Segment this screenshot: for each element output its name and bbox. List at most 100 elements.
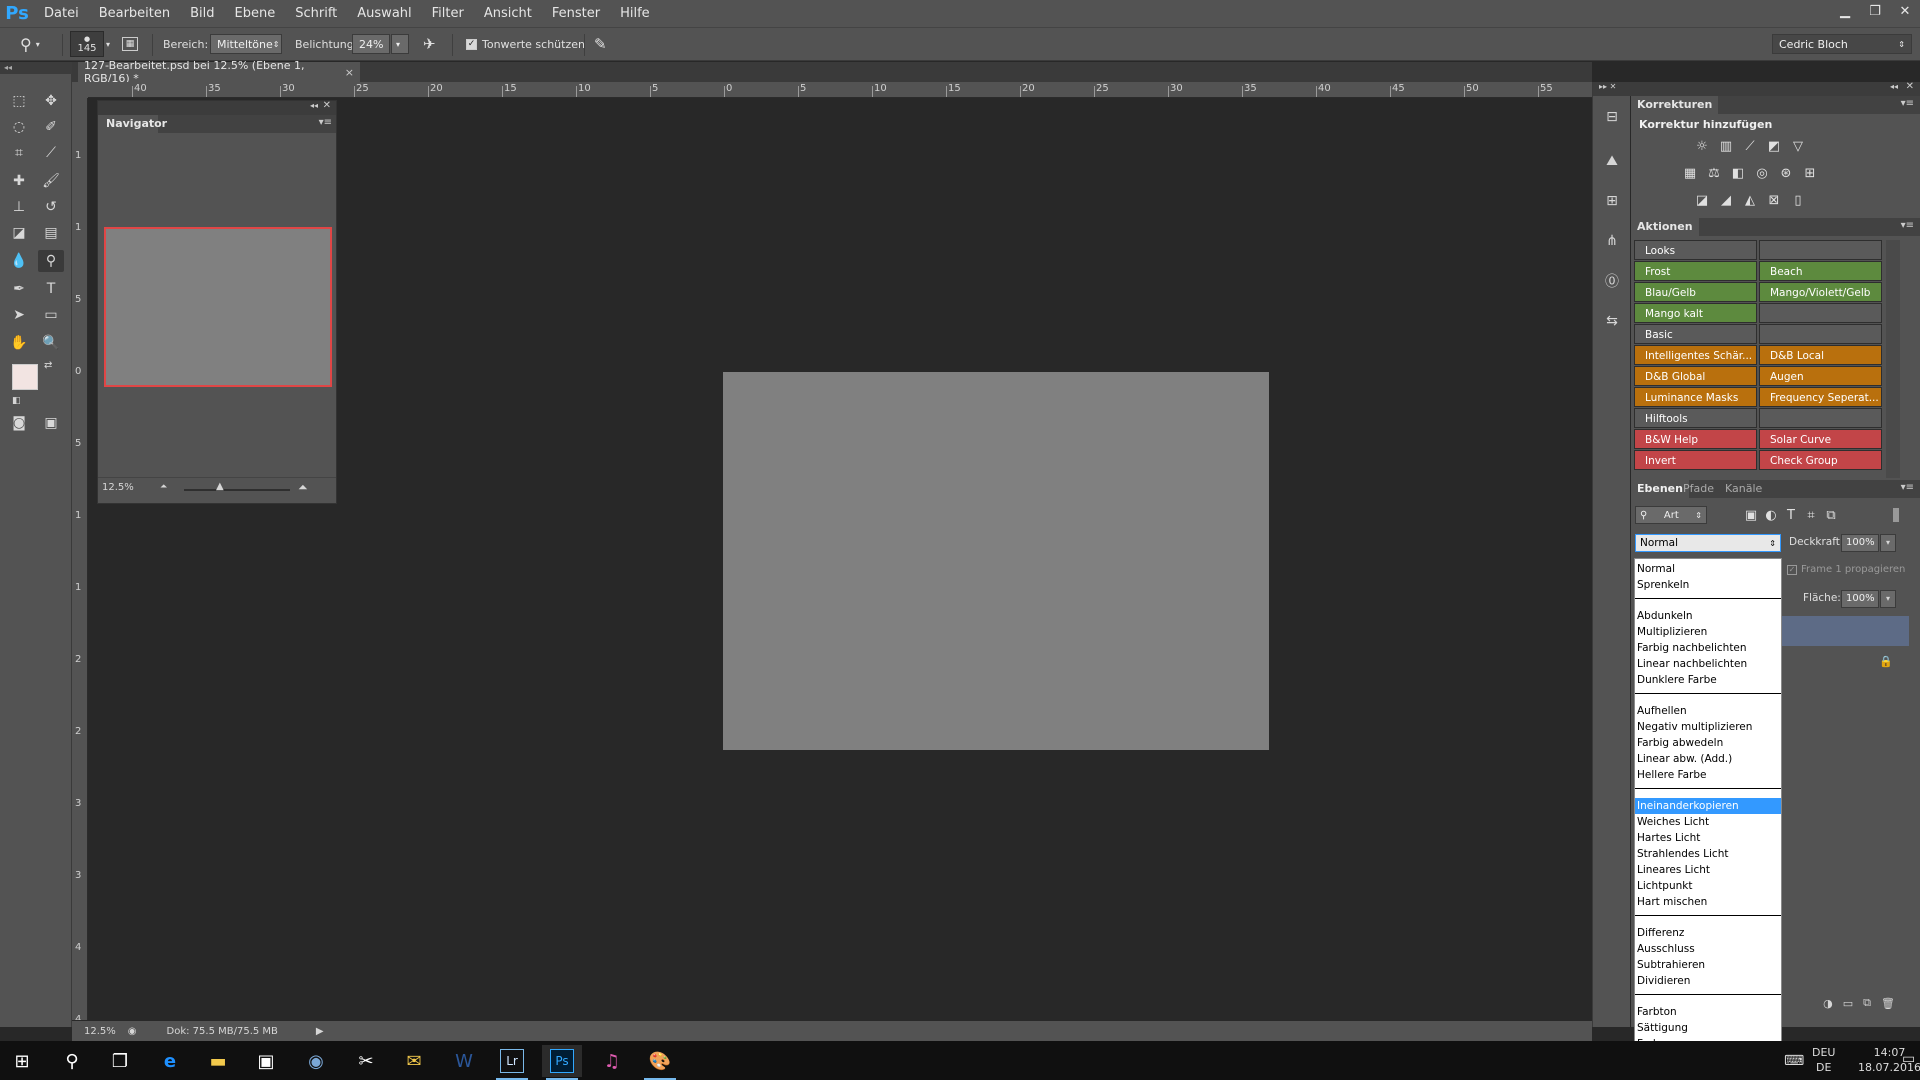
layer-filter-select[interactable]: ⚲ Art ⇕ [1635,506,1707,524]
blend-mode-option[interactable]: Lichtpunkt [1635,878,1781,894]
clone-source-panel-icon[interactable]: ⇆ [1599,308,1625,334]
blend-mode-option[interactable]: Ineinanderkopieren [1635,798,1781,814]
healing-brush-tool-icon[interactable]: ✚ [6,170,32,192]
itunes-icon[interactable]: ♫ [592,1045,632,1077]
blend-mode-option[interactable]: Lineares Licht [1635,862,1781,878]
action-button[interactable]: Hilftools [1634,408,1757,428]
blend-mode-select[interactable]: Normal ⇕ [1635,534,1781,552]
filter-type-icon[interactable]: T [1782,507,1800,523]
gradient-map-icon[interactable]: ▯ [1789,192,1807,208]
filter-toggle-switch[interactable] [1893,508,1899,522]
navigator-preview[interactable] [104,227,332,387]
user-account-select[interactable]: Cedric Bloch ⇕ [1772,34,1912,54]
new-group-icon[interactable]: ▭ [1843,997,1853,1010]
action-button[interactable]: D&B Local [1759,345,1882,365]
zoom-in-icon[interactable]: ⏶ [298,480,308,495]
filter-smart-object-icon[interactable]: ⧉ [1822,507,1840,523]
swap-colors-icon[interactable]: ⇄ [44,360,52,371]
action-button[interactable]: Augen [1759,366,1882,386]
panel-menu-icon[interactable]: ▾≡ [1901,482,1914,493]
brush-presets-panel-icon[interactable]: ⋔ [1599,228,1625,254]
photo-filter-icon[interactable]: ◎ [1753,165,1771,181]
blend-mode-option[interactable]: Hart mischen [1635,894,1781,910]
blend-mode-option[interactable]: Hartes Licht [1635,830,1781,846]
restore-button[interactable]: ❐ [1860,0,1890,22]
blend-mode-option[interactable]: Farbton [1635,1004,1781,1020]
ku-panel-icon[interactable]: ⓪ [1599,268,1625,294]
navigator-tab[interactable]: Navigator [98,115,167,133]
blend-mode-option[interactable]: Abdunkeln [1635,608,1781,624]
menu-ebene[interactable]: Ebene [225,0,286,27]
new-adjustment-icon[interactable]: ◑ [1823,997,1833,1010]
pressure-toggle[interactable]: ✎ [594,28,607,60]
channel-mixer-icon[interactable]: ⊛ [1777,165,1795,181]
black-white-icon[interactable]: ◧ [1729,165,1747,181]
blend-mode-option[interactable]: Negativ multiplizieren [1635,719,1781,735]
adjustments-tab[interactable]: Korrekturen [1631,96,1719,114]
tab-channels[interactable]: Kanäle [1719,480,1768,498]
protect-tones-checkbox[interactable]: ✓ [466,38,477,50]
blend-mode-option[interactable]: Subtrahieren [1635,957,1781,973]
status-zoom[interactable]: 12.5% [84,1026,116,1037]
zoom-out-icon[interactable]: ⏶ [160,482,167,492]
selective-color-icon[interactable]: ⊠ [1765,192,1783,208]
task-view-icon[interactable]: ❐ [100,1045,140,1077]
color-lookup-icon[interactable]: ⊞ [1801,165,1819,181]
blend-mode-option[interactable]: Farbig abwedeln [1635,735,1781,751]
panel-menu-icon[interactable]: ▾≡ [1901,98,1914,109]
action-button[interactable]: Intelligentes Schär... [1634,345,1757,365]
quick-select-tool-icon[interactable]: ✐ [38,116,64,138]
brush-size-picker[interactable]: ● 145 ▾ [70,28,110,60]
mail-app-icon[interactable]: ✉ [394,1045,434,1077]
actions-scrollbar[interactable] [1886,240,1900,478]
zoom-slider-handle-icon[interactable]: ▲ [216,481,224,492]
action-button[interactable]: Basic [1634,324,1757,344]
filter-adjustment-icon[interactable]: ◐ [1762,507,1780,523]
levels-icon[interactable]: ▥ [1717,138,1735,154]
screen-mode-icon[interactable]: ▣ [38,412,64,434]
menu-filter[interactable]: Filter [422,0,474,27]
blend-mode-option[interactable]: Sprenkeln [1635,577,1781,593]
marquee-tool-icon[interactable]: ⬚ [6,90,32,112]
action-button[interactable]: Beach [1759,261,1882,281]
eraser-tool-icon[interactable]: ◪ [6,222,32,244]
navigator-title-bar[interactable]: ◂◂ ✕ [98,100,336,115]
layer-row-selected[interactable] [1781,616,1909,646]
exposure-input[interactable]: 24% [352,34,390,54]
blend-mode-option[interactable]: Sättigung [1635,1020,1781,1036]
blend-mode-option[interactable]: Differenz [1635,925,1781,941]
foreground-color-swatch[interactable] [12,364,38,390]
status-menu-arrow-icon[interactable]: ▶ [316,1026,324,1037]
eyedropper-tool-icon[interactable]: ⟋ [38,142,64,164]
minimize-button[interactable]: ▁ [1830,0,1860,22]
menu-auswahl[interactable]: Auswahl [347,0,421,27]
new-layer-icon[interactable]: ⧉ [1863,996,1871,1010]
close-button[interactable]: ✕ [1890,0,1920,22]
file-explorer-icon[interactable]: ▬ [198,1045,238,1077]
brush-tool-icon[interactable]: 🖌 [38,170,64,192]
paint-app-icon[interactable]: 🎨 [640,1045,680,1080]
zoom-tool-icon[interactable]: 🔍 [38,332,64,354]
menu-schrift[interactable]: Schrift [285,0,347,27]
blend-mode-option[interactable]: Linear abw. (Add.) [1635,751,1781,767]
document-close-icon[interactable]: × [345,66,354,79]
rectangle-tool-icon[interactable]: ▭ [38,304,64,326]
action-button[interactable] [1759,303,1882,323]
history-brush-tool-icon[interactable]: ↺ [38,196,64,218]
action-button[interactable]: Check Group [1759,450,1882,470]
collapse-icon[interactable]: ◂◂ [310,101,318,110]
dodge-tool-icon[interactable]: ⚲ [38,250,64,272]
path-select-tool-icon[interactable]: ➤ [6,304,32,326]
vertical-ruler[interactable]: 1 1 5 0 5 1 1 2 2 3 3 4 4 [72,98,88,1020]
type-tool-icon[interactable]: T [38,278,64,300]
panel-menu-icon[interactable]: ▾≡ [1901,220,1914,231]
action-button[interactable]: B&W Help [1634,429,1757,449]
status-share-icon[interactable]: ◉ [128,1026,137,1037]
curves-icon[interactable]: ⟋ [1741,138,1759,154]
notifications-icon[interactable]: ▭ [1902,1051,1915,1067]
exposure-dropdown-button[interactable]: ▾ [391,34,409,54]
protect-tones-option[interactable]: ✓ Tonwerte schützen [466,28,585,60]
steam-icon[interactable]: ◉ [296,1045,336,1077]
navigator-zoom-value[interactable]: 12.5% [102,482,134,493]
blend-mode-option[interactable]: Farbig nachbelichten [1635,640,1781,656]
